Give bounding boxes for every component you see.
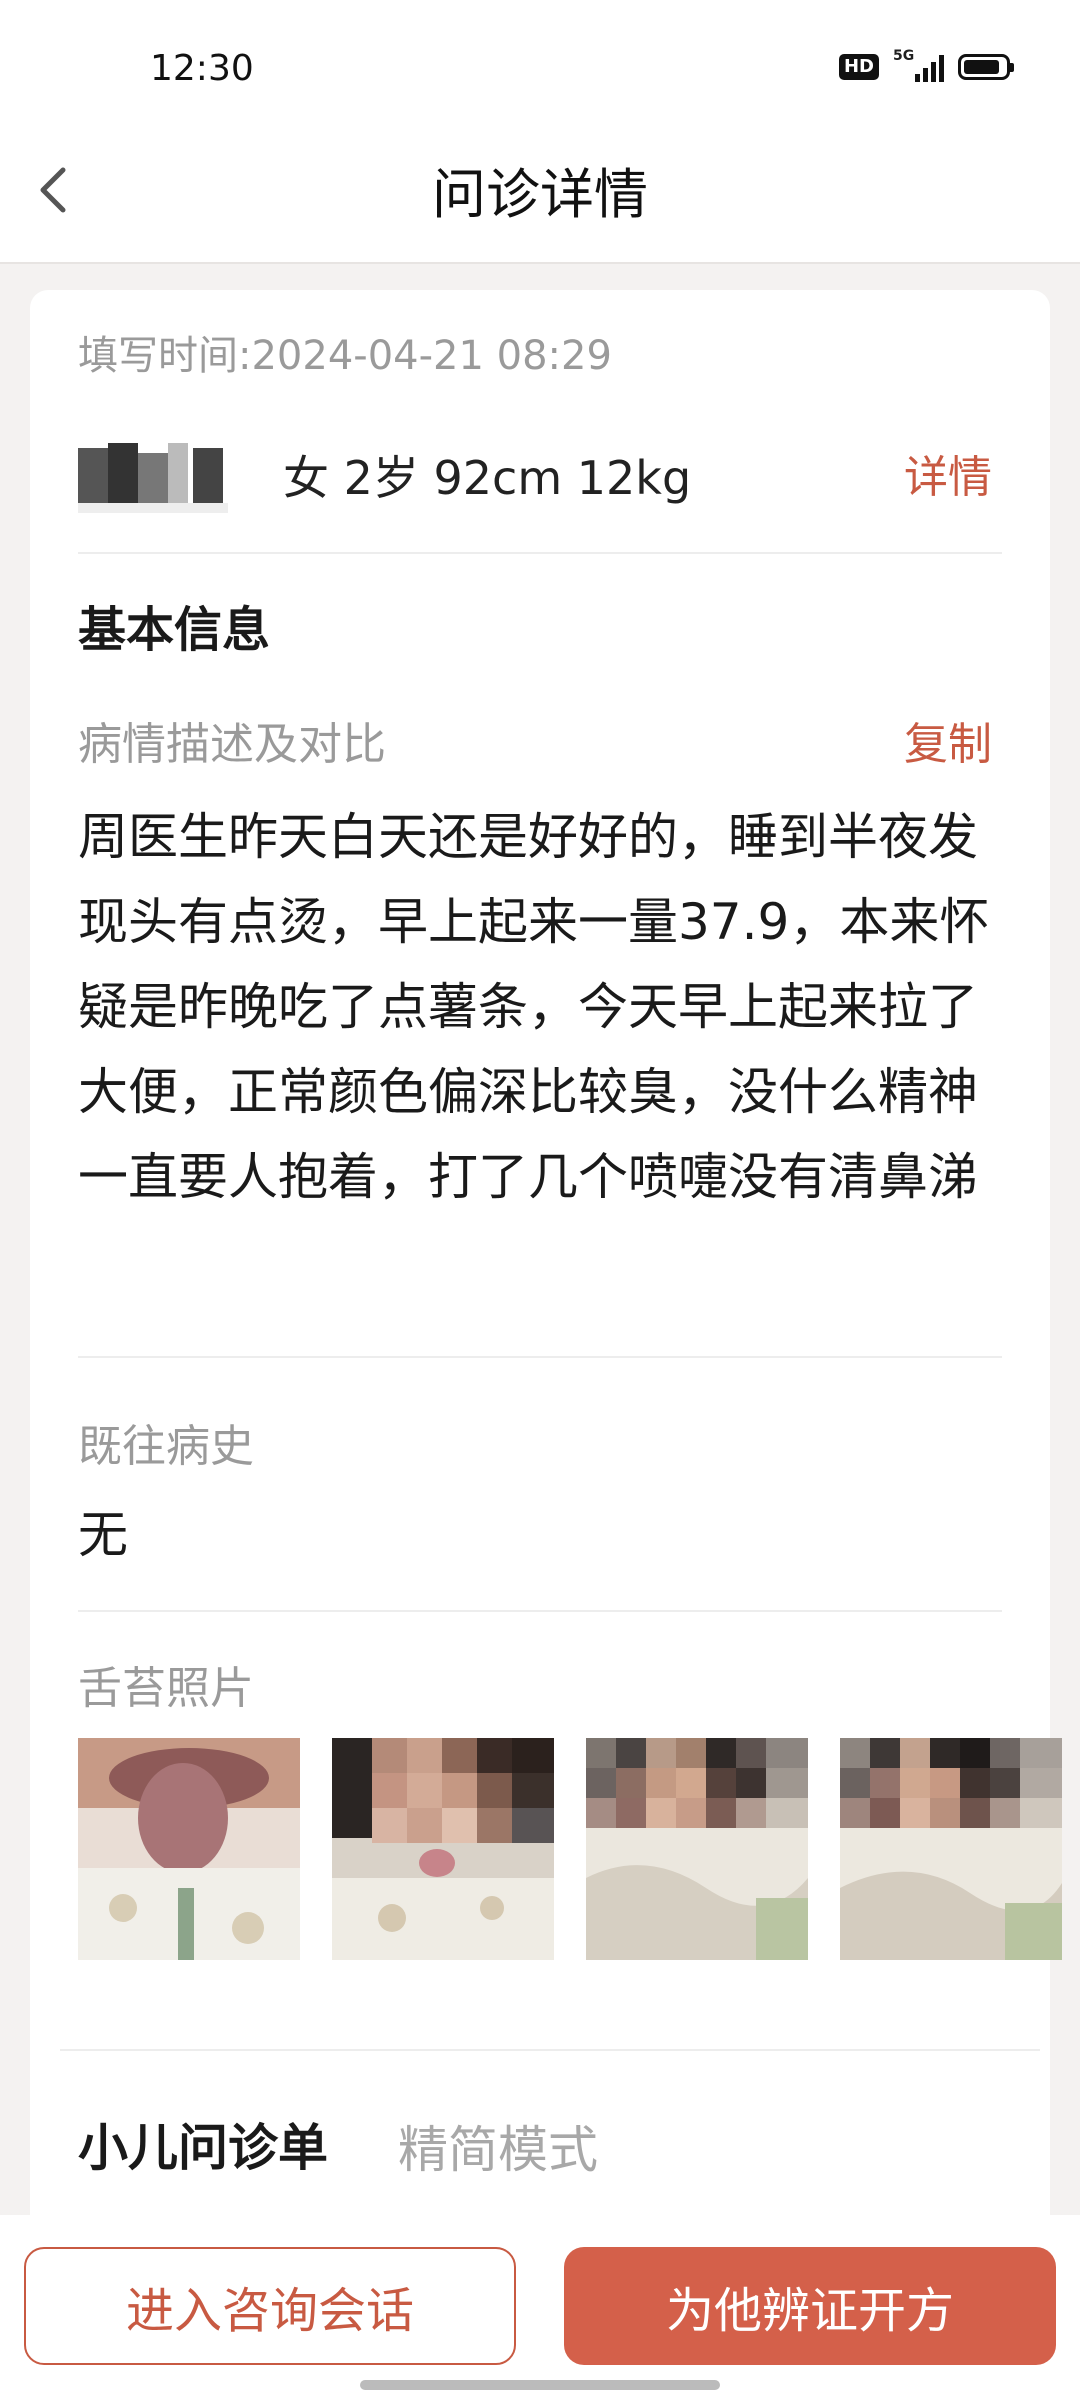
prescribe-button[interactable]: 为他辨证开方 xyxy=(564,2247,1056,2365)
status-icons: HD 5G xyxy=(838,48,1014,82)
history-label: 既往病史 xyxy=(78,1421,254,1472)
home-indicator[interactable] xyxy=(360,2380,720,2390)
top-bar: 12:30 HD 5G 问诊详情 xyxy=(0,0,1080,264)
history-value: 无 xyxy=(78,1506,128,1564)
tongue-photo-2[interactable] xyxy=(332,1738,554,1960)
condition-label: 病情描述及对比 xyxy=(78,719,386,770)
tongue-photos xyxy=(78,1738,1062,1960)
enter-chat-button[interactable]: 进入咨询会话 xyxy=(24,2247,516,2365)
condition-description: 周医生昨天白天还是好好的，睡到半夜发现头有点烫，早上起来一量37.9，本来怀疑是… xyxy=(78,808,990,1206)
page-title: 问诊详情 xyxy=(432,163,648,226)
tongue-photo-3[interactable] xyxy=(586,1738,808,1960)
mode-toggle[interactable]: 精简模式 xyxy=(398,2110,598,2182)
bottom-action-bar: 进入咨询会话 为他辨证开方 xyxy=(0,2215,1080,2400)
status-time: 12:30 xyxy=(150,48,254,89)
patient-info: 女 2岁 92cm 12kg xyxy=(283,451,692,505)
form-title: 小儿问诊单 xyxy=(78,2119,328,2177)
fill-time-value: 2024-04-21 08:29 xyxy=(251,333,612,379)
patient-detail-link[interactable]: 详情 xyxy=(904,438,992,518)
hd-icon: HD xyxy=(838,54,879,80)
tongue-photo-1[interactable] xyxy=(78,1738,300,1960)
network-type: 5G xyxy=(893,48,915,64)
fill-time-label: 填写时间: xyxy=(78,333,252,379)
divider xyxy=(78,552,1002,554)
divider xyxy=(78,1356,1002,1358)
patient-row: 女 2岁 92cm 12kg 详情 xyxy=(78,438,1002,518)
patient-name-blurred xyxy=(78,443,228,513)
tongue-photo-4[interactable] xyxy=(840,1738,1062,1960)
battery-icon xyxy=(958,54,1014,80)
divider xyxy=(60,2049,1040,2051)
basic-info-title: 基本信息 xyxy=(78,602,271,658)
tongue-photos-label: 舌苔照片 xyxy=(78,1663,254,1714)
signal-icon: 5G xyxy=(893,48,944,82)
fill-time: 填写时间:2024-04-21 08:29 xyxy=(78,323,612,381)
divider xyxy=(78,1610,1002,1612)
copy-button[interactable]: 复制 xyxy=(904,708,992,772)
consultation-card: 填写时间:2024-04-21 08:29 女 2岁 92cm 12kg 详情 … xyxy=(30,290,1062,2220)
